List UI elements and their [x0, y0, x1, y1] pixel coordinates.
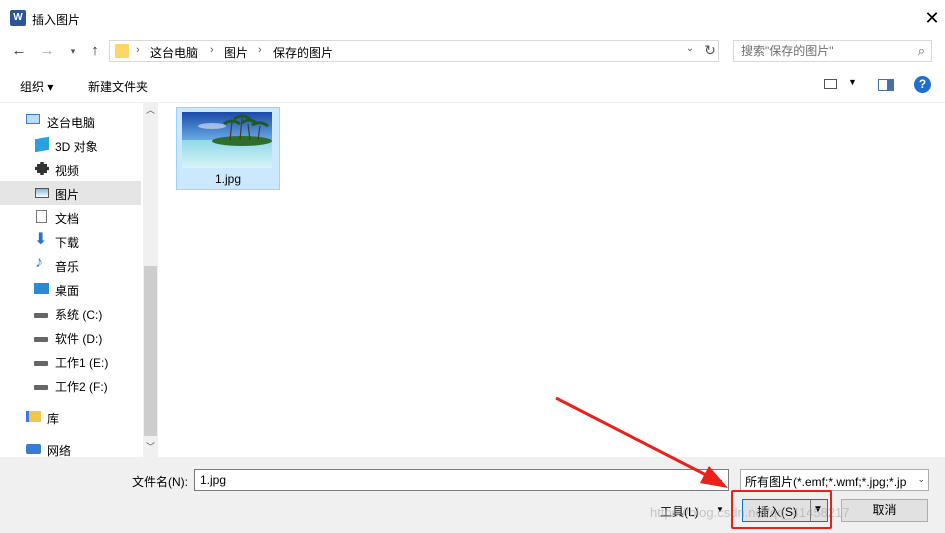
library-icon [26, 411, 41, 422]
file-type-select[interactable]: 所有图片(*.emf;*.wmf;*.jpg;*.jp ⌄ [740, 469, 929, 491]
up-arrow-icon[interactable]: ↑ [84, 40, 106, 62]
chevron-right-icon: › [258, 44, 262, 56]
sidebar-item-drive-f[interactable]: 工作2 (F:) [0, 373, 141, 397]
refresh-icon[interactable]: ↻ [702, 42, 718, 59]
music-icon: ♪ [35, 254, 43, 271]
title-bar: W 插入图片 ✕ [0, 0, 945, 36]
search-icon[interactable]: ⌕ [918, 43, 925, 59]
sidebar-item-videos[interactable]: 视频 [0, 157, 141, 181]
sidebar-item-label: 软件 (D:) [55, 332, 103, 346]
breadcrumb-this-pc[interactable]: 这台电脑 [150, 44, 198, 61]
sidebar-item-label: 系统 (C:) [55, 308, 103, 322]
sidebar-item-label: 图片 [55, 188, 80, 202]
word-app-icon: W [10, 10, 26, 26]
document-icon [36, 210, 47, 223]
sidebar-item-drive-e[interactable]: 工作1 (E:) [0, 349, 141, 373]
chevron-down-icon[interactable]: ⌄ [917, 474, 925, 485]
drive-icon [34, 385, 48, 390]
video-icon [35, 162, 49, 175]
sidebar-item-label: 工作2 (F:) [55, 380, 108, 394]
computer-icon [26, 114, 40, 124]
window-title: 插入图片 [32, 13, 81, 27]
scroll-up-arrow-icon[interactable]: ︿ [143, 103, 158, 118]
sidebar-item-label: 3D 对象 [55, 140, 98, 154]
chevron-right-icon: › [210, 44, 214, 56]
sidebar-item-drive-d[interactable]: 软件 (D:) [0, 325, 141, 349]
help-icon[interactable]: ? [914, 76, 931, 93]
search-box[interactable]: ⌕ [733, 40, 932, 62]
sidebar-item-label: 工作1 (E:) [55, 356, 109, 370]
sidebar-item-label: 文档 [55, 212, 80, 226]
view-mode-icon[interactable] [824, 79, 837, 89]
scroll-down-arrow-icon[interactable]: ﹀ [143, 440, 158, 455]
filename-value: 1.jpg [200, 473, 227, 487]
new-folder-button[interactable]: 新建文件夹 [88, 78, 148, 95]
sidebar-item-documents[interactable]: 文档 [0, 205, 141, 229]
search-input[interactable] [734, 41, 911, 61]
recent-locations-chevron-icon[interactable]: ▾ [62, 40, 84, 62]
pictures-icon [35, 188, 49, 198]
sidebar-item-label: 视频 [55, 164, 80, 178]
file-item[interactable]: 1.jpg [176, 107, 280, 190]
sidebar-item-this-pc[interactable]: 这台电脑 [0, 109, 141, 133]
beach-image-thumbnail [182, 112, 272, 168]
drive-icon [34, 313, 48, 318]
breadcrumb-pictures[interactable]: 图片 [224, 44, 248, 61]
filename-input[interactable]: 1.jpg ⌄ [194, 469, 729, 491]
desktop-icon [34, 283, 49, 294]
cancel-button[interactable]: 取消 [841, 499, 928, 522]
sidebar-item-library[interactable]: 库 [0, 405, 141, 429]
sidebar-item-label: 音乐 [55, 260, 80, 274]
folder-icon [115, 44, 129, 58]
preview-pane-icon[interactable] [878, 79, 894, 91]
annotation-highlight-box [731, 490, 832, 529]
download-icon: ⬇ [34, 231, 48, 248]
sidebar-scrollbar[interactable]: ︿ ﹀ [143, 103, 158, 457]
organize-button[interactable]: 组织 ▾ [20, 78, 53, 95]
back-arrow-icon[interactable]: ← [8, 40, 30, 62]
network-icon [26, 444, 41, 454]
navigation-pane: 这台电脑 3D 对象 视频 图片 文档 ⬇ 下载 ♪ 音乐 桌面 系统 (C:)… [0, 103, 143, 457]
filename-label: 文件名(N): [132, 475, 188, 489]
chevron-down-icon[interactable]: ▼ [848, 77, 857, 87]
breadcrumb-saved-pictures[interactable]: 保存的图片 [273, 44, 333, 61]
file-name-label: 1.jpg [214, 172, 242, 186]
chevron-down-icon[interactable]: ⌄ [716, 474, 724, 485]
sidebar-item-drive-c[interactable]: 系统 (C:) [0, 301, 141, 325]
scrollbar-thumb[interactable] [144, 266, 157, 436]
sidebar-item-desktop[interactable]: 桌面 [0, 277, 141, 301]
chevron-down-icon[interactable]: ⌄ [682, 43, 698, 54]
address-bar[interactable]: › 这台电脑 › 图片 › 保存的图片 ⌄ ↻ [109, 40, 719, 62]
sidebar-item-label: 下载 [55, 236, 80, 250]
sidebar-item-music[interactable]: ♪ 音乐 [0, 253, 141, 277]
close-icon[interactable]: ✕ [920, 6, 944, 30]
drive-icon [34, 337, 48, 342]
drive-icon [34, 361, 48, 366]
sidebar-item-label: 这台电脑 [47, 116, 96, 130]
chevron-right-icon: › [136, 44, 140, 56]
cube-icon [35, 136, 49, 153]
sidebar-item-3d-objects[interactable]: 3D 对象 [0, 133, 141, 157]
sidebar-item-label: 库 [47, 412, 60, 426]
sidebar-item-label: 桌面 [55, 284, 80, 298]
sidebar-item-pictures[interactable]: 图片 [0, 181, 141, 205]
command-bar: 组织 ▾ 新建文件夹 ▼ ? [0, 70, 945, 103]
file-type-value: 所有图片(*.emf;*.wmf;*.jpg;*.jp [745, 475, 907, 489]
forward-arrow-icon[interactable]: → [36, 40, 58, 62]
sidebar-item-label: 网络 [47, 444, 72, 457]
sidebar-item-downloads[interactable]: ⬇ 下载 [0, 229, 141, 253]
sidebar-item-network[interactable]: 网络 [0, 437, 141, 457]
